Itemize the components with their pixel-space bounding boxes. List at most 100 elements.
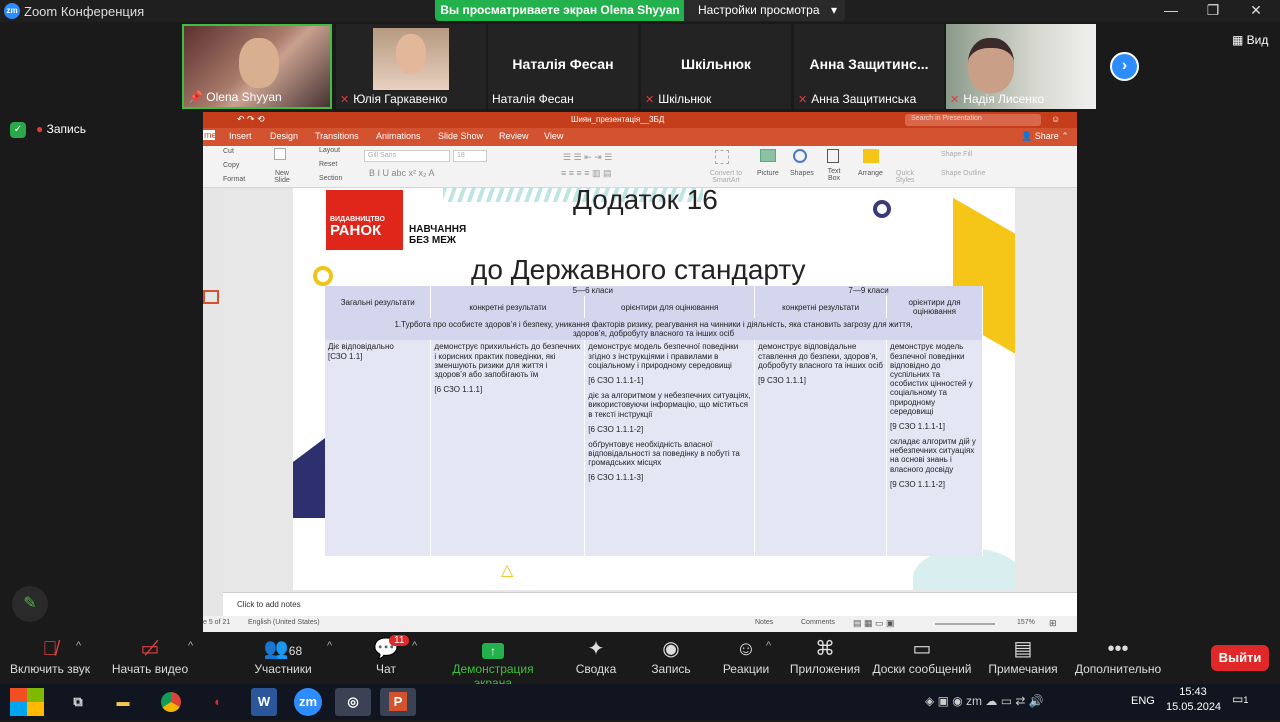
undo-icon[interactable]: ↶ ↷ ⟲ [237, 114, 265, 125]
participant-tile[interactable]: 📌 Olena Shyyan [182, 24, 332, 109]
close-icon[interactable]: ✕ [1241, 2, 1271, 19]
ribbon-tab-animations[interactable]: Animations [376, 131, 421, 141]
ribbon-tab-transitions[interactable]: Transitions [315, 131, 359, 141]
chat-label: Чат [376, 662, 396, 676]
arrange-icon[interactable] [863, 149, 879, 163]
maximize-icon[interactable]: ❐ [1198, 2, 1228, 19]
ranok-logo-tagline: НАВЧАННЯ БЕЗ МЕЖ [409, 224, 467, 246]
share-screen-button[interactable]: ↑ Демонстрация экрана [433, 632, 553, 690]
participants-chevron-icon[interactable]: ^ [327, 640, 332, 652]
comments-toggle[interactable]: Comments [801, 619, 835, 626]
zoom-level[interactable]: 157% [1017, 619, 1035, 626]
chat-chevron-icon[interactable]: ^ [412, 640, 417, 652]
new-slide-icon[interactable] [274, 148, 286, 160]
zoom-taskbar-icon[interactable]: zm [294, 688, 322, 716]
font-name-select[interactable]: Gill Sans [364, 150, 450, 162]
input-language[interactable]: ENG [1131, 695, 1155, 707]
cut-button[interactable]: Cut [223, 148, 234, 155]
app-icon-red[interactable]: ◐ [200, 688, 236, 716]
chrome-icon[interactable] [153, 688, 189, 716]
cell-general-a: Діє відповідально [328, 342, 394, 352]
notification-center-icon[interactable]: ▭1 [1232, 692, 1248, 706]
tray-icons[interactable]: ◈ ▣ ◉ zm ☁ ▭ ⇄ 🔊 [925, 694, 1044, 708]
whiteboards-button[interactable]: ▭ Доски сообщений [862, 632, 982, 676]
ppt-search-input[interactable]: Search in Presentation [905, 114, 1041, 126]
audio-options-chevron-icon[interactable]: ^ [76, 640, 81, 652]
reactions-chevron-icon[interactable]: ^ [766, 640, 771, 652]
font-style-icons[interactable]: B I U abc x² x₂ A [369, 168, 435, 178]
copy-button[interactable]: Copy [223, 162, 239, 169]
participant-tile[interactable]: Наталія Фесан Наталія Фесан [488, 24, 638, 109]
video-options-chevron-icon[interactable]: ^ [188, 640, 193, 652]
participants-count: 68 [288, 644, 303, 658]
shape-fill-button[interactable]: Shape Fill [941, 151, 972, 158]
chat-button[interactable]: 💬 Чат [336, 632, 436, 676]
format-painter-button[interactable]: Format [223, 176, 245, 183]
participant-tile[interactable]: ✕ Надія Лисенко [946, 24, 1096, 109]
picture-icon[interactable] [760, 149, 776, 162]
current-slide-thumbnail[interactable] [203, 290, 219, 304]
paragraph-icons[interactable]: ☰ ☰ ⇤ ⇥ ☰ [563, 152, 612, 163]
apps-button[interactable]: ⌘ Приложения [775, 632, 875, 676]
section-button[interactable]: Section [319, 175, 342, 182]
alignment-icons[interactable]: ≡ ≡ ≡ ≡ ▥ ▤ [561, 168, 612, 179]
ribbon-tab-slideshow[interactable]: Slide Show [438, 131, 483, 141]
participant-tile[interactable]: Шкільнюк ✕ Шкільнюк [641, 24, 791, 109]
leave-button[interactable]: Выйти [1211, 645, 1269, 671]
ppt-share-button[interactable]: 👤 Share ⌃ [1021, 131, 1069, 142]
slide-thumbnails[interactable] [203, 188, 223, 616]
unmute-button[interactable]: 🎙̸ Включить звук [0, 632, 100, 676]
slide-counter: e 5 of 21 [203, 619, 231, 626]
view-settings-button[interactable]: Настройки просмотра ▾ [684, 0, 845, 21]
security-shield-icon[interactable]: ✓ [10, 122, 26, 138]
start-button[interactable] [10, 688, 44, 716]
powerpoint-icon[interactable]: P [380, 688, 416, 716]
ribbon-tab-review[interactable]: Review [499, 131, 529, 141]
chrome-profile-icon[interactable]: ◎ [335, 688, 371, 716]
participants-button[interactable]: 👥68 Участники [233, 632, 333, 676]
minimize-icon[interactable]: — [1156, 2, 1186, 18]
view-button[interactable]: ▦ Вид [1232, 33, 1268, 47]
smartart-icon[interactable] [715, 150, 729, 164]
ribbon-tab-insert[interactable]: Insert [229, 131, 252, 141]
shape-outline-button[interactable]: Shape Outline [941, 170, 985, 177]
font-size-select[interactable]: 18 [453, 150, 487, 162]
reset-button[interactable]: Reset [319, 161, 337, 168]
shapes-button[interactable]: Shapes [790, 170, 814, 177]
chevron-down-icon: ▾ [830, 3, 837, 17]
notes-pane[interactable]: Click to add notes [223, 592, 1077, 616]
fit-slide-icon[interactable]: ⊞ [1049, 618, 1057, 629]
textbox-icon[interactable] [827, 149, 839, 163]
word-icon[interactable]: W [251, 688, 277, 716]
convert-smartart-button[interactable]: Convert to SmartArt [703, 170, 749, 184]
textbox-button[interactable]: Text Box [823, 168, 845, 182]
smiley-icon[interactable]: ☺ [1051, 114, 1060, 124]
annotate-pencil-icon[interactable]: ✎ [12, 586, 48, 622]
view-mode-icons[interactable]: ▤ ▦ ▭ ▣ [853, 618, 895, 629]
meeting-toolbar: 🎙̸ Включить звук ^ ▭̸ Начать видео ^ 👥68 Уч… [0, 632, 1280, 690]
task-view-icon[interactable]: ⧉ [60, 688, 96, 716]
shapes-icon[interactable] [793, 149, 807, 163]
ribbon-tab-home[interactable]: me [203, 130, 217, 140]
layout-button[interactable]: Layout [319, 147, 340, 154]
new-slide-button[interactable]: New Slide [271, 170, 293, 184]
zoom-slider[interactable] [935, 623, 995, 625]
quick-styles-button[interactable]: Quick Styles [891, 170, 919, 184]
arrange-button[interactable]: Arrange [858, 170, 883, 177]
participant-tile[interactable]: ✕ Юлія Гаркавенко [336, 24, 486, 109]
start-video-button[interactable]: ▭̸ Начать видео [100, 632, 200, 676]
ribbon-tab-view[interactable]: View [544, 131, 563, 141]
picture-button[interactable]: Picture [757, 170, 779, 177]
ribbon-tab-design[interactable]: Design [270, 131, 298, 141]
language-status[interactable]: English (United States) [248, 619, 320, 626]
notes-button[interactable]: ▤ Примечания [973, 632, 1073, 676]
next-page-icon[interactable]: › [1110, 52, 1139, 81]
participant-tile[interactable]: Анна Защитинс... ✕ Анна Защитинська [794, 24, 944, 109]
participant-display-name: Анна Защитинс... [809, 56, 929, 72]
clock[interactable]: 15:43 15.05.2024 [1166, 686, 1221, 713]
more-button[interactable]: ••• Дополнительно [1068, 632, 1168, 676]
start-video-label: Начать видео [111, 662, 189, 676]
file-explorer-icon[interactable]: ▬ [105, 688, 141, 716]
mic-muted-icon: ✕ [798, 94, 808, 106]
notes-toggle[interactable]: Notes [755, 619, 773, 626]
